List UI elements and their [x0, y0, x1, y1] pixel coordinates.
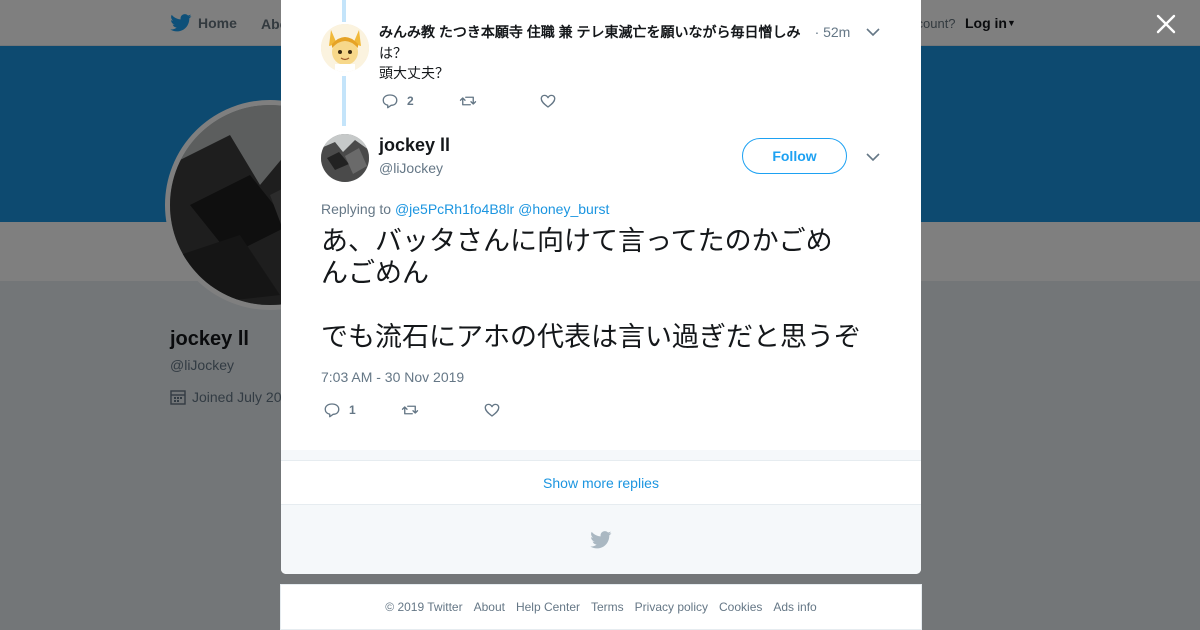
twitter-bird-icon [590, 530, 612, 548]
retweet-icon [459, 96, 477, 106]
main-tweet-text: あ、バッタさんに向けて言ってたのかごめ んごめん でも流石にアホの代表は言い過ぎ… [321, 226, 891, 354]
footer-link-about[interactable]: About [474, 600, 505, 614]
footer-copyright: © 2019 Twitter [385, 600, 463, 614]
retweet-button[interactable] [459, 92, 539, 110]
reply-avatar[interactable] [321, 24, 369, 72]
modal-footer [281, 505, 921, 574]
site-footer: © 2019 Twitter About Help Center Terms P… [280, 584, 922, 630]
tweet-text-line: あ、バッタさんに向けて言ってたのかごめ [321, 226, 833, 257]
footer-link-terms[interactable]: Terms [591, 600, 624, 614]
reply-text: は？ 頭大丈夫？ [379, 43, 449, 83]
avatar-image [321, 24, 369, 72]
reply-count: 2 [407, 94, 414, 108]
main-actions: 1 [323, 401, 509, 419]
replying-to: Replying to @je5PcRh1fo4B8lr @honey_burs… [321, 201, 609, 217]
reply-header: みんみ教 たつき本願寺 住職 兼 テレ東滅亡を願いながら毎日憎しみ · 52m [379, 22, 881, 42]
reply-button[interactable]: 1 [323, 401, 401, 419]
tweet-text-spacer [321, 290, 891, 322]
follow-button[interactable]: Follow [742, 138, 847, 174]
retweet-icon [401, 405, 419, 415]
reply-button[interactable]: 2 [381, 92, 459, 110]
reply-icon [382, 94, 398, 109]
tweet-text-line: んごめん [321, 258, 429, 289]
reply-count: 1 [349, 403, 356, 417]
footer-link-help-center[interactable]: Help Center [516, 600, 580, 614]
divider [281, 450, 921, 460]
show-more-replies-button[interactable]: Show more replies [281, 460, 921, 505]
tweet-modal: みんみ教 たつき本願寺 住職 兼 テレ東滅亡を願いながら毎日憎しみ · 52m … [281, 0, 921, 574]
mention-link[interactable]: @je5PcRh1fo4B8lr [395, 201, 514, 217]
reply-text-line: は？ [379, 45, 407, 61]
reply-text-line: 頭大丈夫？ [379, 65, 449, 81]
like-button[interactable] [539, 92, 565, 110]
like-button[interactable] [483, 401, 509, 419]
heart-icon [484, 403, 500, 417]
footer-link-cookies[interactable]: Cookies [719, 600, 762, 614]
heart-icon [540, 94, 556, 108]
chevron-down-icon[interactable] [865, 24, 881, 40]
main-author-name[interactable]: jockey ll [379, 135, 450, 156]
mention-link[interactable]: @honey_burst [518, 201, 609, 217]
avatar-image [321, 134, 369, 182]
footer-link-ads-info[interactable]: Ads info [773, 600, 816, 614]
replying-prefix: Replying to [321, 201, 392, 217]
footer-link-privacy[interactable]: Privacy policy [635, 600, 708, 614]
retweet-button[interactable] [401, 401, 483, 419]
reply-tweet[interactable]: みんみ教 たつき本願寺 住職 兼 テレ東滅亡を願いながら毎日憎しみ · 52m … [281, 0, 921, 124]
close-modal-button[interactable] [1154, 12, 1178, 36]
reply-author-name[interactable]: みんみ教 たつき本願寺 住職 兼 テレ東滅亡を願いながら毎日憎しみ [379, 22, 801, 42]
close-icon [1156, 14, 1176, 34]
reply-actions: 2 [381, 92, 565, 110]
reply-timestamp[interactable]: · 52m [815, 24, 851, 40]
tweet-date[interactable]: 7:03 AM - 30 Nov 2019 [321, 369, 464, 385]
main-avatar[interactable] [321, 134, 369, 182]
reply-icon [324, 403, 340, 418]
main-author-handle[interactable]: @liJockey [379, 160, 443, 176]
chevron-down-icon[interactable] [865, 149, 881, 165]
tweet-text-line: でも流石にアホの代表は言い過ぎだと思うぞ [321, 322, 861, 353]
